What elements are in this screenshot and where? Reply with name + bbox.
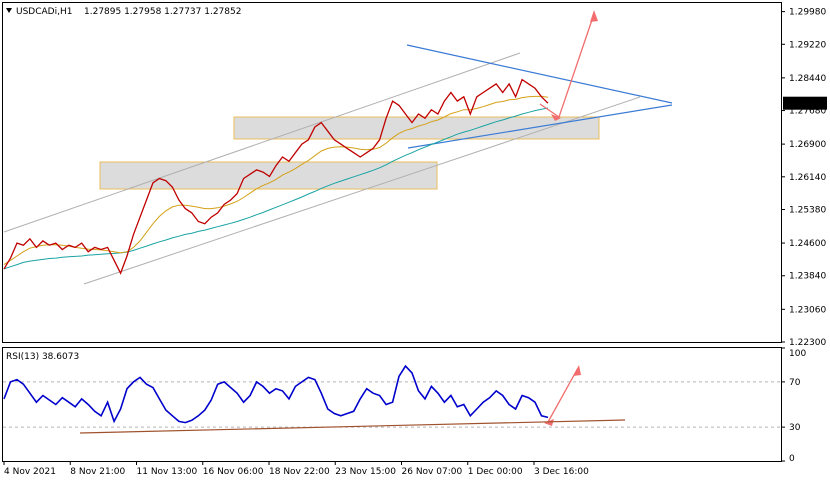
rsi-tick-label: 100 bbox=[789, 349, 806, 359]
time-tick-label: 8 Nov 21:00 bbox=[70, 467, 125, 477]
price-tick-label: 1.23060 bbox=[789, 305, 826, 315]
rsi-tick-label: 70 bbox=[789, 378, 801, 388]
rsi-tick-label: 30 bbox=[789, 423, 801, 433]
price-tick-label: 1.29220 bbox=[789, 40, 826, 50]
price-tick-label: 1.26900 bbox=[789, 140, 826, 150]
time-tick-label: 1 Dec 00:00 bbox=[468, 467, 523, 477]
chart-ohlc-label: 1.27895 1.27958 1.27737 1.27852 bbox=[84, 7, 241, 17]
price-tick-label: 1.22300 bbox=[789, 338, 826, 348]
rsi-panel-frame bbox=[2, 347, 782, 462]
trading-chart[interactable]: USDCADi,H1 1.27895 1.27958 1.27737 1.278… bbox=[0, 0, 830, 483]
price-tick-label: 1.29980 bbox=[789, 8, 826, 18]
price-tick-label: 1.28440 bbox=[789, 74, 826, 84]
time-tick-label: 3 Dec 16:00 bbox=[534, 467, 589, 477]
time-tick-label: 18 Nov 22:00 bbox=[269, 467, 330, 477]
time-tick-label: 16 Nov 06:00 bbox=[203, 467, 264, 477]
zone-upper[interactable] bbox=[233, 116, 600, 140]
price-tick-label: 1.25380 bbox=[789, 205, 826, 215]
time-tick-label: 11 Nov 13:00 bbox=[137, 467, 198, 477]
chart-symbol-label: USDCADi,H1 bbox=[16, 7, 72, 17]
price-tick-label: 1.23840 bbox=[789, 272, 826, 282]
rsi-label: RSI(13) 38.6073 bbox=[6, 352, 79, 362]
price-tick-label: 1.26140 bbox=[789, 173, 826, 183]
current-price-marker bbox=[783, 96, 827, 110]
time-tick-label: 23 Nov 15:00 bbox=[335, 467, 396, 477]
rsi-tick-label: 0 bbox=[789, 454, 795, 464]
price-tick-label: 1.24600 bbox=[789, 239, 826, 249]
time-tick-label: 4 Nov 2021 bbox=[4, 467, 56, 477]
time-tick-label: 26 Nov 07:00 bbox=[402, 467, 463, 477]
